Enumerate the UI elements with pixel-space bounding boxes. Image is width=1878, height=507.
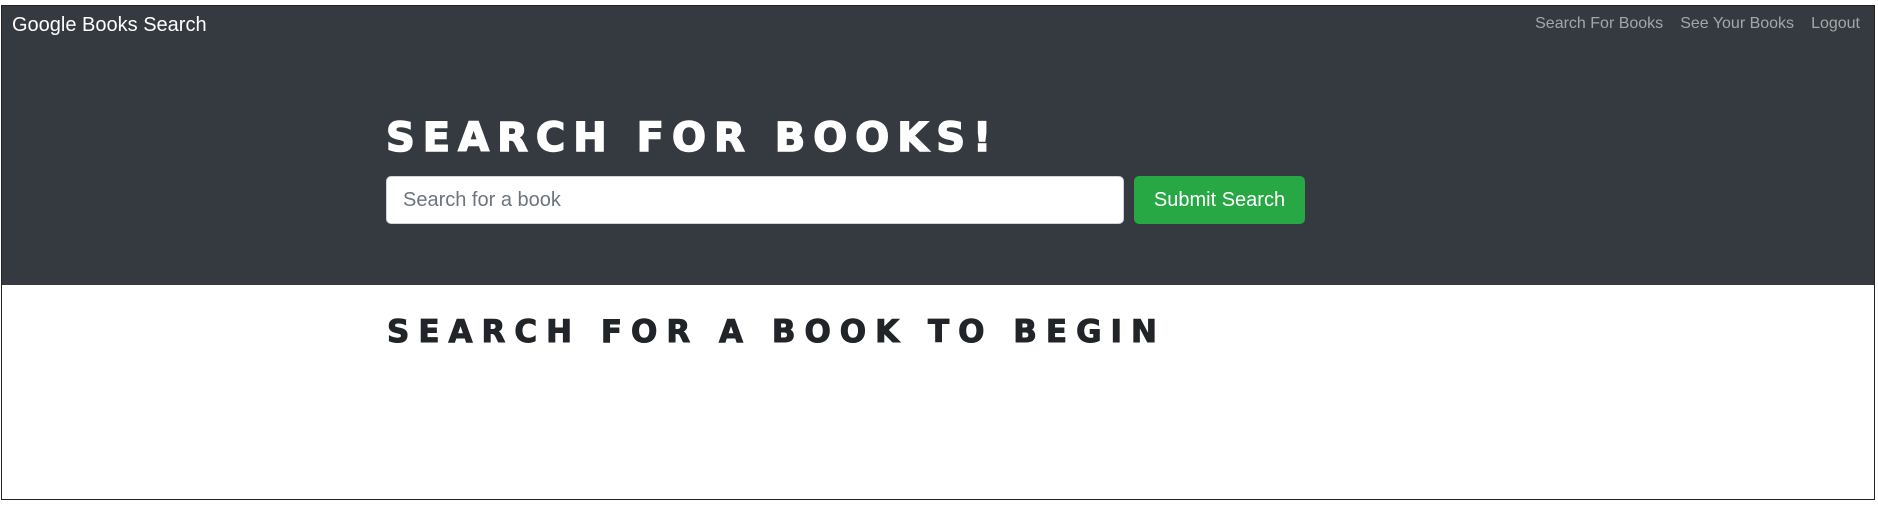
search-hero: Search for Books! Submit Search (2, 40, 1874, 285)
search-input[interactable] (386, 176, 1124, 224)
page-title: Search for Books! (385, 114, 1000, 162)
brand-link[interactable]: Google Books Search (12, 13, 207, 37)
results-heading: Search for a book to begin (387, 314, 1166, 351)
nav-link-logout[interactable]: Logout (1811, 14, 1860, 34)
nav-links: Search For Books See Your Books Logout (1535, 14, 1860, 34)
navbar: Google Books Search Search For Books See… (2, 6, 1874, 40)
nav-link-see-your-books[interactable]: See Your Books (1680, 14, 1794, 34)
nav-link-search-for-books[interactable]: Search For Books (1535, 14, 1663, 34)
submit-search-button[interactable]: Submit Search (1134, 176, 1305, 224)
app-frame: Google Books Search Search For Books See… (1, 5, 1875, 500)
